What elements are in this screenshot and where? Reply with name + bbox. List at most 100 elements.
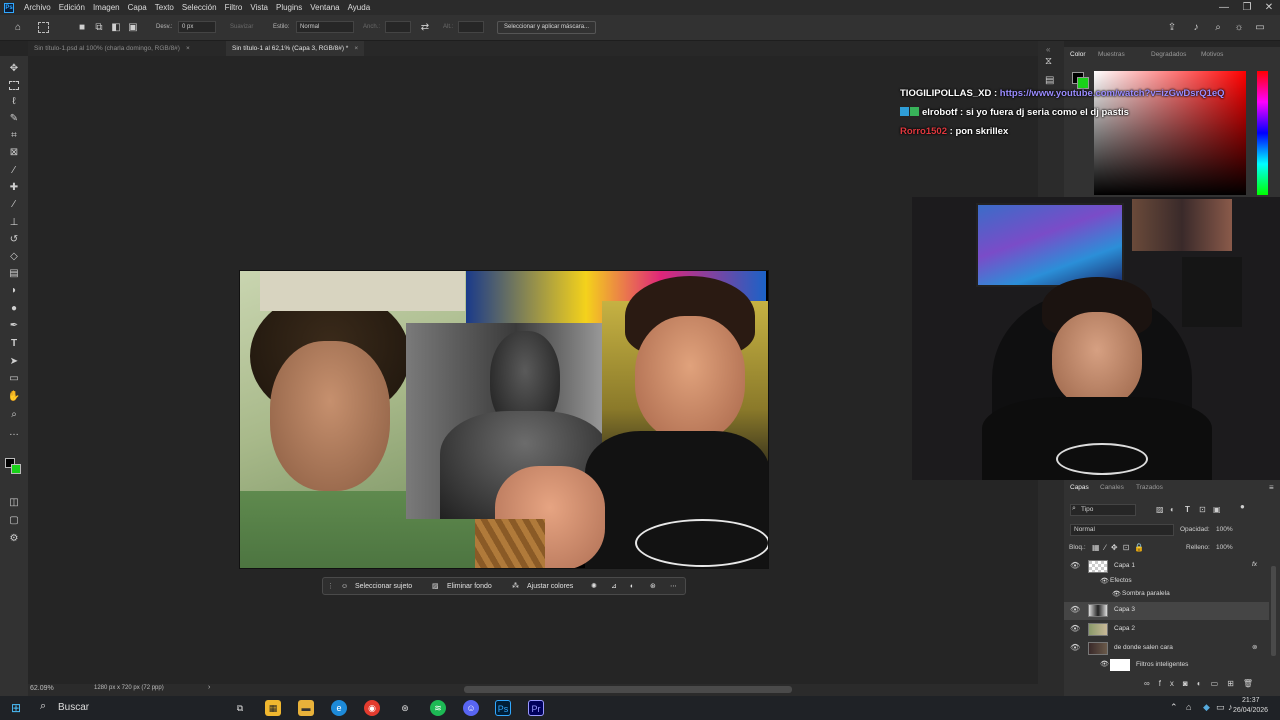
- quick-mask-icon[interactable]: ◫: [7, 496, 21, 510]
- volume-icon[interactable]: ♪: [1228, 702, 1233, 712]
- swap-icon[interactable]: ⇄: [419, 22, 431, 34]
- menu-archivo[interactable]: Archivo: [20, 3, 55, 12]
- stamp-tool-icon[interactable]: ⊥: [7, 216, 21, 230]
- tab-channels[interactable]: Canales: [1100, 480, 1124, 496]
- shape-tool-icon[interactable]: ▭: [7, 372, 21, 386]
- history-icon[interactable]: ⧖: [1045, 56, 1052, 67]
- home-icon[interactable]: ⌂: [12, 22, 24, 34]
- eyedropper-tool-icon[interactable]: ⁄: [7, 164, 21, 178]
- file-explorer-icon[interactable]: ▬: [298, 700, 314, 716]
- fx-icon[interactable]: fx: [1252, 561, 1257, 568]
- edge-browser-icon[interactable]: e: [331, 700, 347, 716]
- filter-smart-icon[interactable]: ▣: [1213, 505, 1221, 514]
- premiere-taskbar-icon[interactable]: Pr: [528, 700, 544, 716]
- drag-handle-icon[interactable]: ⋮: [327, 581, 334, 593]
- store-icon[interactable]: ▦: [265, 700, 281, 716]
- layer-effects-row[interactable]: 👁 Efectos: [1064, 574, 1269, 588]
- new-selection-icon[interactable]: ■: [76, 22, 88, 34]
- menu-capa[interactable]: Capa: [124, 3, 151, 12]
- maximize-button[interactable]: ❐: [1236, 0, 1258, 15]
- height-input[interactable]: [458, 21, 484, 33]
- menu-vista[interactable]: Vista: [246, 3, 272, 12]
- tab-layers[interactable]: Capas: [1070, 480, 1089, 496]
- visibility-eye-icon[interactable]: 👁: [1070, 643, 1080, 652]
- healing-tool-icon[interactable]: ✚: [7, 181, 21, 195]
- collapse-panels-icon[interactable]: «: [1046, 45, 1050, 54]
- smart-object-icon[interactable]: ⊛: [650, 581, 656, 593]
- tab-paths[interactable]: Trazados: [1136, 480, 1163, 496]
- tab-gradients[interactable]: Degradados: [1151, 47, 1186, 63]
- intersect-selection-icon[interactable]: ▣: [127, 22, 139, 34]
- gradient-tool-icon[interactable]: ▤: [7, 267, 21, 281]
- document-canvas[interactable]: [239, 270, 769, 569]
- style-select[interactable]: Normal: [296, 21, 354, 33]
- lock-icons[interactable]: ▦∕✥⊡🔒: [1092, 543, 1149, 552]
- zoom-level[interactable]: 62.09%: [30, 685, 54, 692]
- blur-tool-icon[interactable]: ◗: [7, 284, 21, 298]
- smart-filter-eye-icon[interactable]: 👁: [1100, 660, 1109, 668]
- taskbar-search-label[interactable]: Buscar: [58, 702, 89, 713]
- extras-icon[interactable]: ⚙: [7, 532, 21, 546]
- panel-menu-icon[interactable]: ≡: [1269, 483, 1274, 492]
- more-tools-icon[interactable]: …: [7, 426, 21, 440]
- windows-start-icon[interactable]: ⊞: [8, 700, 24, 716]
- transform-icon[interactable]: ⊿: [611, 581, 617, 593]
- tab-swatches[interactable]: Muestras: [1098, 47, 1125, 63]
- marquee-tool-icon[interactable]: [9, 81, 19, 90]
- layers-scrollbar[interactable]: [1271, 566, 1276, 656]
- frame-tool-icon[interactable]: ⊠: [7, 146, 21, 160]
- move-tool-icon[interactable]: ✥: [7, 62, 21, 76]
- add-selection-icon[interactable]: ⧉: [93, 22, 105, 34]
- width-input[interactable]: [385, 21, 411, 33]
- filter-shape-icon[interactable]: ⊡: [1199, 505, 1206, 514]
- menu-edicion[interactable]: Edición: [55, 3, 89, 12]
- tab-document-2[interactable]: Sin título-1 al 62,1% (Capa 3, RGB/8#) *…: [226, 41, 365, 56]
- task-view-icon[interactable]: ⧉: [232, 700, 248, 716]
- visibility-eye-icon[interactable]: 👁: [1070, 624, 1080, 633]
- workspace-icon[interactable]: ▭: [1254, 22, 1266, 34]
- quick-select-tool-icon[interactable]: ✎: [7, 112, 21, 126]
- horizontal-scrollbar[interactable]: [464, 686, 792, 693]
- discord-icon[interactable]: ☺: [463, 700, 479, 716]
- filter-adjust-icon[interactable]: ◐: [1170, 505, 1175, 514]
- filter-toggle-icon[interactable]: ●: [1240, 502, 1245, 511]
- status-chevron-icon[interactable]: ›: [208, 684, 210, 691]
- eraser-tool-icon[interactable]: ◇: [7, 250, 21, 264]
- select-and-mask-button[interactable]: Seleccionar y aplicar máscara...: [497, 21, 597, 34]
- pen-tool-icon[interactable]: ✒: [7, 319, 21, 333]
- marquee-preset-icon[interactable]: [38, 22, 49, 33]
- more-options-icon[interactable]: ⋯: [670, 581, 677, 593]
- layer-actions-bar[interactable]: ∞fx◙◐▭⊞🗑: [1144, 679, 1274, 691]
- history-brush-icon[interactable]: ↺: [7, 233, 21, 247]
- obs-app-icon[interactable]: ⊛: [397, 700, 413, 716]
- screen-mode-icon[interactable]: ▢: [7, 514, 21, 528]
- discover-icon[interactable]: ☼: [1233, 22, 1245, 34]
- network-icon[interactable]: ▭: [1216, 702, 1225, 713]
- hand-tool-icon[interactable]: ✋: [7, 390, 21, 404]
- feather-input[interactable]: 0 px: [178, 21, 216, 33]
- clock-time[interactable]: 21:37: [1242, 697, 1260, 704]
- filter-pixel-icon[interactable]: ▨: [1156, 505, 1164, 514]
- chrome-icon[interactable]: ◉: [364, 700, 380, 716]
- filter-type-icon[interactable]: T: [1185, 505, 1190, 514]
- close-window-button[interactable]: ✕: [1258, 0, 1280, 15]
- adjust-colors-button[interactable]: Ajustar colores: [527, 581, 573, 593]
- minimize-button[interactable]: —: [1213, 0, 1235, 15]
- layer-effect-item[interactable]: 👁 Sombra paralela: [1064, 587, 1269, 601]
- notifications-icon[interactable]: ♪: [1190, 22, 1202, 34]
- menu-seleccion[interactable]: Selección: [178, 3, 221, 12]
- opacity-input[interactable]: 100%: [1216, 526, 1233, 533]
- crop-tool-icon[interactable]: ⌗: [7, 129, 21, 143]
- layer-row[interactable]: 👁 de donde salen cara ⊚: [1064, 640, 1269, 658]
- visibility-eye-icon[interactable]: 👁: [1070, 605, 1080, 614]
- close-icon[interactable]: ×: [354, 45, 358, 52]
- smart-filters-row[interactable]: 👁 Filtros inteligentes: [1064, 657, 1269, 675]
- menu-imagen[interactable]: Imagen: [89, 3, 124, 12]
- type-tool-icon[interactable]: T: [7, 337, 21, 351]
- background-color-swatch[interactable]: [11, 464, 21, 474]
- effect-eye-icon[interactable]: 👁: [1112, 590, 1121, 598]
- remove-background-button[interactable]: Eliminar fondo: [447, 581, 492, 593]
- photoshop-taskbar-icon[interactable]: Ps: [495, 700, 511, 716]
- layer-filter-select[interactable]: Tipo: [1070, 504, 1136, 516]
- blend-mode-select[interactable]: Normal: [1070, 524, 1174, 536]
